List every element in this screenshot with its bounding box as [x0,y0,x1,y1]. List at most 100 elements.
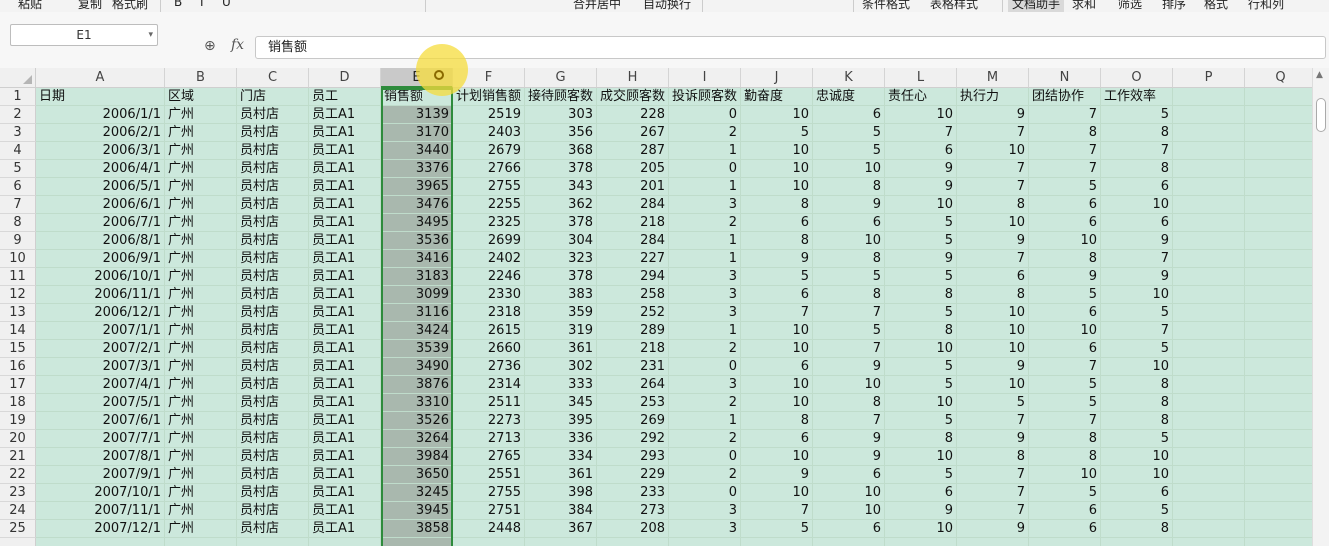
table-cell[interactable]: 员村店 [237,322,309,340]
table-cell[interactable]: 2402 [453,250,525,268]
table-cell[interactable]: 2006/8/1 [36,232,165,250]
table-cell[interactable]: 6 [1029,520,1101,538]
table-cell[interactable]: 广州 [165,322,237,340]
table-cell[interactable]: 7 [813,340,885,358]
table-cell[interactable]: 10 [885,448,957,466]
table-cell[interactable] [957,538,1029,546]
table-cell[interactable]: 362 [525,196,597,214]
table-cell[interactable]: 7 [957,178,1029,196]
table-cell[interactable]: 6 [1101,178,1173,196]
table-cell[interactable]: 2007/9/1 [36,466,165,484]
table-cell[interactable] [1101,538,1173,546]
table-cell[interactable]: 228 [597,106,669,124]
row-header[interactable]: 8 [0,214,36,232]
table-cell[interactable]: 2007/5/1 [36,394,165,412]
table-cell[interactable]: 2519 [453,106,525,124]
table-cell[interactable]: 7 [957,484,1029,502]
table-cell[interactable]: 员村店 [237,412,309,430]
table-cell[interactable]: 5 [885,214,957,232]
scroll-thumb[interactable] [1316,98,1326,132]
table-cell[interactable]: 5 [1101,106,1173,124]
toolbar-item[interactable]: 排序 [1162,0,1186,12]
header-cell[interactable]: 区域 [165,88,237,106]
table-cell[interactable]: 5 [885,412,957,430]
table-cell[interactable]: 2255 [453,196,525,214]
table-cell[interactable]: 7 [1029,358,1101,376]
table-cell[interactable]: 2007/10/1 [36,484,165,502]
row-header[interactable]: 11 [0,268,36,286]
table-cell[interactable]: 员工A1 [309,448,381,466]
row-header[interactable]: 5 [0,160,36,178]
table-cell[interactable]: 10 [741,106,813,124]
table-cell[interactable]: 2679 [453,142,525,160]
table-cell[interactable]: 368 [525,142,597,160]
table-cell[interactable]: 378 [525,214,597,232]
vertical-scrollbar[interactable]: ▲ [1312,68,1329,546]
table-cell[interactable] [1245,340,1312,358]
header-cell[interactable]: 忠诚度 [813,88,885,106]
table-cell[interactable]: 5 [813,268,885,286]
table-cell[interactable]: 9 [813,196,885,214]
table-cell[interactable]: 广州 [165,340,237,358]
table-cell[interactable]: 8 [1101,412,1173,430]
table-cell[interactable]: 6 [1029,304,1101,322]
table-cell[interactable]: 2007/8/1 [36,448,165,466]
table-cell[interactable]: 7 [1101,142,1173,160]
table-cell[interactable]: 253 [597,394,669,412]
column-header[interactable]: B [165,68,237,88]
table-cell[interactable] [1173,340,1245,358]
table-cell[interactable]: 10 [1101,466,1173,484]
table-cell[interactable]: 333 [525,376,597,394]
table-cell[interactable]: 3965 [381,178,453,196]
table-cell[interactable]: 2007/3/1 [36,358,165,376]
table-cell[interactable]: 3310 [381,394,453,412]
header-cell[interactable]: 工作效率 [1101,88,1173,106]
table-cell[interactable]: 8 [813,394,885,412]
table-cell[interactable]: 0 [669,448,741,466]
table-cell[interactable]: 359 [525,304,597,322]
table-cell[interactable] [1173,502,1245,520]
table-cell[interactable]: 5 [1029,484,1101,502]
table-cell[interactable]: 6 [741,286,813,304]
table-cell[interactable] [885,538,957,546]
table-cell[interactable]: 10 [741,340,813,358]
table-cell[interactable]: 6 [1101,484,1173,502]
header-cell[interactable]: 员工 [309,88,381,106]
table-cell[interactable]: 269 [597,412,669,430]
table-cell[interactable]: 10 [885,340,957,358]
table-cell[interactable]: 3 [669,286,741,304]
table-cell[interactable] [1173,448,1245,466]
table-cell[interactable]: 员工A1 [309,340,381,358]
table-cell[interactable]: 2007/11/1 [36,502,165,520]
table-cell[interactable]: 5 [1029,178,1101,196]
table-cell[interactable]: 3170 [381,124,453,142]
table-cell[interactable]: 5 [1029,286,1101,304]
toolbar-item[interactable]: 自动换行 [643,0,691,12]
table-cell[interactable]: 2007/2/1 [36,340,165,358]
table-cell[interactable] [1245,178,1312,196]
table-cell[interactable]: 395 [525,412,597,430]
header-cell[interactable] [1173,88,1245,106]
table-cell[interactable]: 10 [957,142,1029,160]
table-cell[interactable]: 广州 [165,160,237,178]
table-cell[interactable]: 2660 [453,340,525,358]
table-cell[interactable]: 5 [885,358,957,376]
table-cell[interactable]: 3116 [381,304,453,322]
table-cell[interactable]: 2765 [453,448,525,466]
table-cell[interactable]: 员村店 [237,268,309,286]
table-cell[interactable]: 5 [813,322,885,340]
table-cell[interactable] [1173,520,1245,538]
table-cell[interactable]: 2551 [453,466,525,484]
table-cell[interactable]: 361 [525,466,597,484]
table-cell[interactable]: 9 [885,178,957,196]
table-cell[interactable]: 员村店 [237,502,309,520]
table-cell[interactable] [1245,286,1312,304]
table-cell[interactable]: 9 [741,466,813,484]
table-cell[interactable]: 356 [525,124,597,142]
header-cell[interactable] [1245,88,1312,106]
table-cell[interactable]: 员工A1 [309,394,381,412]
table-cell[interactable]: 8 [885,430,957,448]
table-cell[interactable]: 10 [741,142,813,160]
table-cell[interactable]: 员村店 [237,124,309,142]
table-cell[interactable]: 2006/7/1 [36,214,165,232]
